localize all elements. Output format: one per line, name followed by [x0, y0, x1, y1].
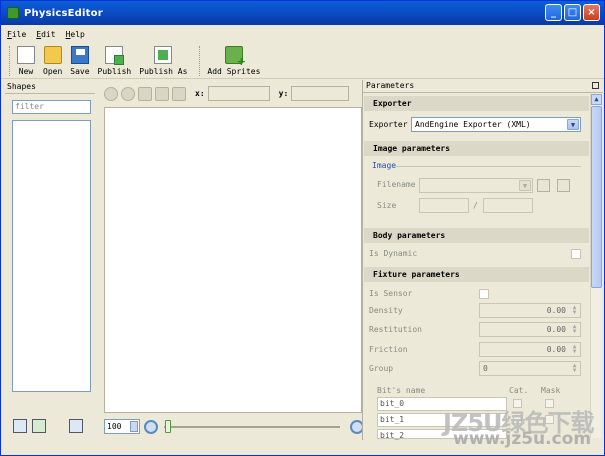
bits-name-header: Bit's name: [377, 386, 426, 395]
restitution-spin-icon[interactable]: ▲ ▼: [570, 324, 579, 335]
group-label: Group: [369, 364, 394, 373]
delete-shape-icon[interactable]: [69, 419, 83, 433]
save-disk-icon: [70, 46, 89, 64]
friction-spin-icon[interactable]: ▲ ▼: [570, 344, 579, 355]
size-separator: /: [473, 201, 478, 210]
circle-tool-icon[interactable]: [104, 86, 118, 101]
menu-file[interactable]: File: [7, 30, 26, 39]
window-title: PhysicsEditor: [24, 7, 103, 19]
app-icon: [7, 7, 19, 19]
image-width-field: [419, 198, 469, 213]
exporter-section-header[interactable]: Exporter: [364, 96, 589, 111]
new-button[interactable]: New: [17, 43, 35, 76]
shapes-bottom-tools: [13, 419, 83, 433]
close-button[interactable]: ×: [583, 4, 600, 21]
pencil-tool-icon[interactable]: [138, 86, 152, 101]
friction-field[interactable]: 0.00 ▲ ▼: [479, 342, 581, 357]
menu-help[interactable]: Help: [66, 30, 85, 39]
open-folder-icon: [43, 46, 62, 64]
density-label: Density: [369, 306, 403, 315]
watermark-url: www.jz5u.com: [453, 429, 592, 449]
y-coordinate-field[interactable]: [291, 86, 350, 101]
save-button[interactable]: Save: [70, 43, 90, 76]
parameters-scrollbar[interactable]: ▲: [590, 94, 602, 438]
reload-file-icon[interactable]: [557, 179, 570, 192]
cat-header: Cat.: [509, 386, 529, 395]
shapes-list[interactable]: [12, 120, 91, 392]
toolbar-separator: [199, 46, 201, 76]
browse-file-icon[interactable]: [537, 179, 550, 192]
toolbar-grip: [9, 46, 11, 76]
new-document-icon: [17, 46, 35, 64]
image-height-field: [483, 198, 533, 213]
zoom-slider[interactable]: [164, 419, 340, 433]
group-field[interactable]: 0 ▲ ▼: [479, 361, 581, 376]
chevron-down-icon: ▼: [567, 119, 579, 130]
filename-label: Filename: [377, 180, 416, 189]
group-spin-icon[interactable]: ▲ ▼: [570, 363, 579, 374]
image-group-line: [396, 166, 581, 167]
polygon-tool-icon[interactable]: [121, 86, 135, 101]
float-panel-icon[interactable]: [592, 82, 599, 89]
image-parameters-header[interactable]: Image parameters: [364, 141, 589, 156]
is-dynamic-checkbox[interactable]: [571, 249, 581, 259]
flip-tool-icon[interactable]: [155, 86, 169, 101]
exporter-select[interactable]: AndEngine Exporter (XML) ▼: [411, 117, 581, 132]
friction-label: Friction: [369, 345, 408, 354]
chevron-down-icon: ▼: [519, 180, 531, 191]
scrollbar-thumb[interactable]: [591, 106, 602, 288]
restitution-field[interactable]: 0.00 ▲ ▼: [479, 322, 581, 337]
publish-as-button[interactable]: Publish As: [139, 43, 187, 76]
x-label: x:: [195, 89, 205, 98]
main-toolbar: New Open Save Publish Publish As Add Spr…: [1, 43, 604, 79]
size-label: Size: [377, 201, 397, 210]
add-sprites-button[interactable]: Add Sprites: [207, 43, 260, 76]
shapes-panel: Shapes filter: [5, 81, 95, 439]
restitution-label: Restitution: [369, 325, 422, 334]
x-coordinate-field[interactable]: [207, 86, 270, 101]
zoom-input[interactable]: 100: [104, 419, 140, 434]
zoom-controls: 100: [104, 419, 364, 434]
is-dynamic-label: Is Dynamic: [369, 249, 418, 258]
duplicate-shape-icon[interactable]: [13, 419, 27, 433]
filename-select[interactable]: ▼: [419, 178, 533, 193]
zoom-spin-icon[interactable]: [130, 421, 138, 432]
image-group-label: Image: [372, 161, 397, 170]
add-shape-icon[interactable]: [32, 419, 46, 433]
trace-tool-icon[interactable]: [172, 86, 186, 101]
scroll-up-icon[interactable]: ▲: [591, 94, 602, 105]
density-spin-icon[interactable]: ▲ ▼: [570, 305, 579, 316]
parameters-title: Parameters: [363, 80, 603, 93]
shapes-filter-input[interactable]: filter: [12, 100, 91, 114]
publish-icon: [105, 46, 125, 65]
shape-tools: x: y:: [104, 86, 350, 101]
is-sensor-checkbox[interactable]: [479, 289, 489, 299]
publish-as-icon: [154, 46, 173, 64]
title-bar[interactable]: PhysicsEditor _ □ ×: [1, 1, 604, 25]
menu-bar: File Edit Help: [1, 26, 604, 43]
y-label: y:: [278, 89, 289, 98]
maximize-button[interactable]: □: [564, 4, 581, 21]
publish-button[interactable]: Publish: [98, 43, 131, 76]
exporter-label: Exporter: [369, 120, 408, 129]
app-window: PhysicsEditor _ □ × File Edit Help New O…: [0, 0, 605, 456]
density-field[interactable]: 0.00 ▲ ▼: [479, 303, 581, 318]
parameters-panel: Parameters Exporter Exporter AndEngine E…: [362, 80, 603, 440]
zoom-out-icon[interactable]: [144, 419, 158, 434]
body-parameters-header[interactable]: Body parameters: [364, 228, 589, 243]
add-sprites-icon: [224, 46, 246, 68]
open-button[interactable]: Open: [43, 43, 62, 76]
editor-canvas[interactable]: [104, 107, 362, 413]
fixture-parameters-header[interactable]: Fixture parameters: [364, 267, 589, 282]
shapes-panel-title: Shapes: [5, 81, 95, 94]
menu-edit[interactable]: Edit: [36, 30, 55, 39]
zoom-slider-thumb[interactable]: [165, 419, 171, 433]
is-sensor-label: Is Sensor: [369, 289, 413, 298]
minimize-button[interactable]: _: [545, 4, 562, 21]
mask-header: Mask: [541, 386, 561, 395]
